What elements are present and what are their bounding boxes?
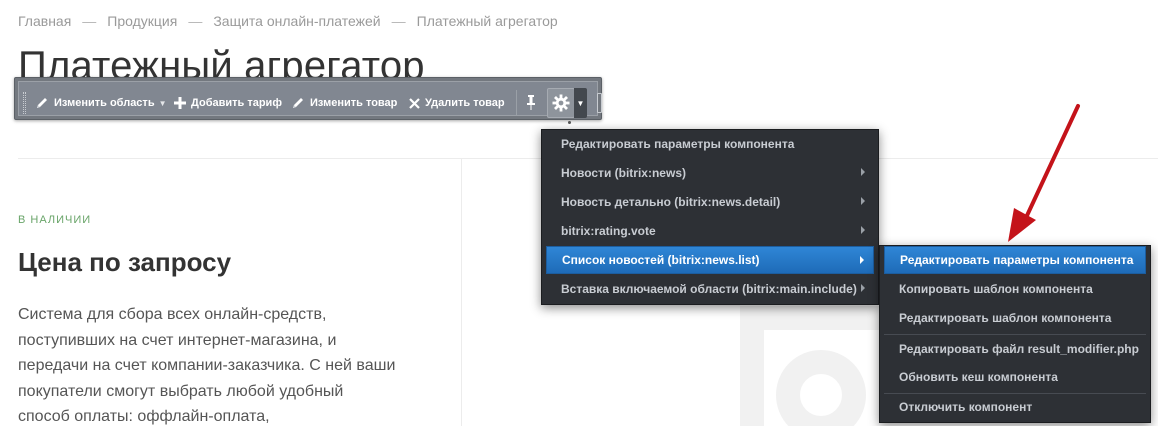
toolbar-anchor-dot — [568, 121, 571, 124]
menu-item-label: Новость детально (bitrix:news.detail) — [561, 195, 781, 209]
pin-icon — [527, 95, 535, 110]
breadcrumb-item-home[interactable]: Главная — [18, 13, 71, 29]
edit-area-label: Изменить область — [54, 97, 155, 109]
submenu-item-clear-cache[interactable]: Обновить кеш компонента — [884, 363, 1146, 391]
chevron-down-icon[interactable]: ▼ — [159, 99, 167, 108]
price-label: Цена по запросу — [18, 247, 232, 277]
divider-vertical — [461, 159, 462, 426]
edit-product-button[interactable]: Изменить товар — [291, 95, 397, 111]
breadcrumb-item-payment-protection[interactable]: Защита онлайн-платежей — [213, 13, 380, 29]
submenu-item-edit-params[interactable]: Редактировать параметры компонента — [884, 246, 1146, 274]
close-icon — [409, 97, 420, 109]
add-tariff-label: Добавить тариф — [191, 97, 282, 109]
menu-item-label: Вставка включаемой области (bitrix:main.… — [561, 282, 857, 296]
submenu-item-label: Редактировать файл result_modifier.php — [899, 342, 1139, 356]
breadcrumb-separator: — — [82, 13, 97, 29]
chevron-right-icon — [861, 284, 865, 292]
breadcrumb: Главная — Продукция — Защита онлайн-платежей… — [18, 13, 558, 29]
submenu-item-disable-component[interactable]: Отключить компонент — [884, 393, 1146, 421]
annotation-arrow-icon — [1008, 104, 1080, 242]
component-menu: Редактировать параметры компонента Новос… — [541, 129, 879, 305]
menu-item-edit-params[interactable]: Редактировать параметры компонента — [546, 130, 874, 158]
submenu-item-edit-template[interactable]: Редактировать шаблон компонента — [884, 304, 1146, 332]
menu-item-label: Новости (bitrix:news) — [561, 166, 686, 180]
toolbar-drag-handle[interactable] — [23, 92, 26, 114]
edit-product-label: Изменить товар — [310, 97, 398, 109]
stock-status: В НАЛИЧИИ — [18, 214, 92, 226]
submenu-item-label: Обновить кеш компонента — [899, 370, 1058, 384]
settings-dropdown-toggle[interactable]: ▼ — [574, 88, 587, 118]
submenu-item-label: Отключить компонент — [899, 400, 1033, 414]
chevron-down-icon: ▼ — [576, 98, 585, 108]
menu-item-news-list[interactable]: Список новостей (bitrix:news.list) — [546, 246, 874, 274]
chevron-right-icon — [860, 256, 864, 264]
breadcrumb-separator: — — [391, 13, 406, 29]
submenu-item-label: Редактировать шаблон компонента — [899, 311, 1112, 325]
pencil-icon — [293, 98, 303, 108]
component-settings-button[interactable] — [547, 88, 575, 118]
chevron-right-icon — [861, 197, 865, 205]
menu-item-rating-vote[interactable]: bitrix:rating.vote — [546, 217, 874, 245]
plus-icon — [174, 97, 186, 109]
breadcrumb-separator: — — [188, 13, 203, 29]
chevron-right-icon — [861, 168, 865, 176]
chevron-right-icon — [861, 226, 865, 234]
component-submenu: Редактировать параметры компонента Копир… — [879, 245, 1151, 423]
submenu-item-copy-template[interactable]: Копировать шаблон компонента — [884, 275, 1146, 303]
menu-item-news-detail[interactable]: Новость детально (bitrix:news.detail) — [546, 188, 874, 216]
menu-item-label: Список новостей (bitrix:news.list) — [562, 253, 760, 267]
edit-area-button[interactable]: Изменить область ▼ — [35, 95, 167, 111]
add-tariff-button[interactable]: Добавить тариф — [174, 95, 282, 111]
submenu-item-label: Копировать шаблон компонента — [899, 282, 1093, 296]
product-description: Система для сбора всех онлайн-средств, п… — [18, 306, 396, 425]
breadcrumb-item-current: Платежный агрегатор — [416, 13, 558, 29]
delete-product-button[interactable]: Удалить товар — [409, 95, 505, 111]
toolbar-divider — [516, 90, 517, 116]
pin-button[interactable] — [526, 94, 541, 110]
menu-item-main-include[interactable]: Вставка включаемой области (bitrix:main.… — [546, 275, 874, 303]
menu-item-news[interactable]: Новости (bitrix:news) — [546, 159, 874, 187]
toolbar-resize-handle[interactable] — [597, 93, 602, 113]
admin-toolbar: Изменить область ▼ Добавить тариф Измени… — [14, 77, 602, 120]
admin-toolbar-body: Изменить область ▼ Добавить тариф Измени… — [18, 81, 602, 118]
menu-item-label: Редактировать параметры компонента — [561, 137, 795, 151]
delete-product-label: Удалить товар — [425, 97, 505, 109]
submenu-item-label: Редактировать параметры компонента — [900, 253, 1134, 267]
menu-item-label: bitrix:rating.vote — [561, 224, 656, 238]
pencil-icon — [37, 98, 47, 108]
breadcrumb-item-products[interactable]: Продукция — [107, 13, 177, 29]
gear-icon — [552, 94, 570, 112]
submenu-item-edit-result-modifier[interactable]: Редактировать файл result_modifier.php — [884, 335, 1146, 363]
